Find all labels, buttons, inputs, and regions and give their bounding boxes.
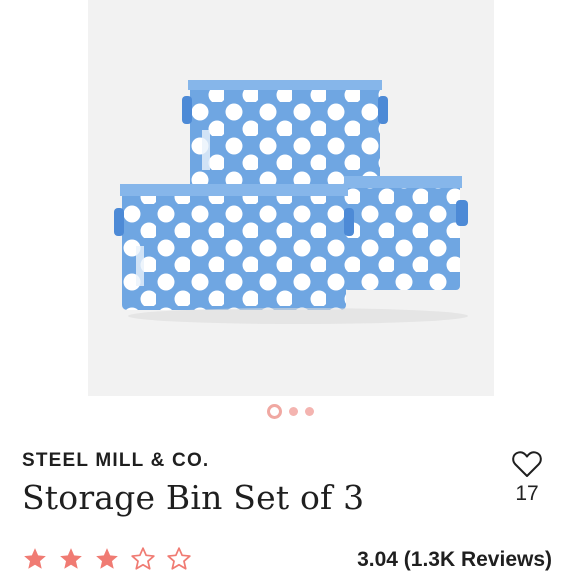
star-filled-icon: [96, 548, 118, 569]
storage-bins-image: [114, 80, 468, 324]
favorite-button[interactable]: 17: [505, 450, 549, 506]
rating-row[interactable]: 3.04 (1.3K Reviews): [22, 546, 552, 576]
star-outline-icon: [167, 547, 191, 570]
star-filled-icon: [24, 548, 46, 569]
star-outline-icon: [131, 547, 155, 570]
rating-summary[interactable]: 3.04 (1.3K Reviews): [357, 548, 552, 572]
product-image[interactable]: [88, 0, 494, 396]
star-rating: [22, 546, 192, 572]
carousel-dots[interactable]: [0, 403, 580, 419]
star-filled-icon: [60, 548, 82, 569]
heart-outline-icon: [512, 451, 542, 477]
favorite-count: 17: [515, 482, 539, 505]
brand-name[interactable]: STEEL MILL & CO.: [22, 450, 209, 472]
product-title: Storage Bin Set of 3: [22, 478, 365, 517]
carousel-dot-3[interactable]: [304, 406, 314, 416]
carousel-dot-2[interactable]: [288, 406, 298, 416]
carousel-dot-1[interactable]: [266, 403, 282, 419]
